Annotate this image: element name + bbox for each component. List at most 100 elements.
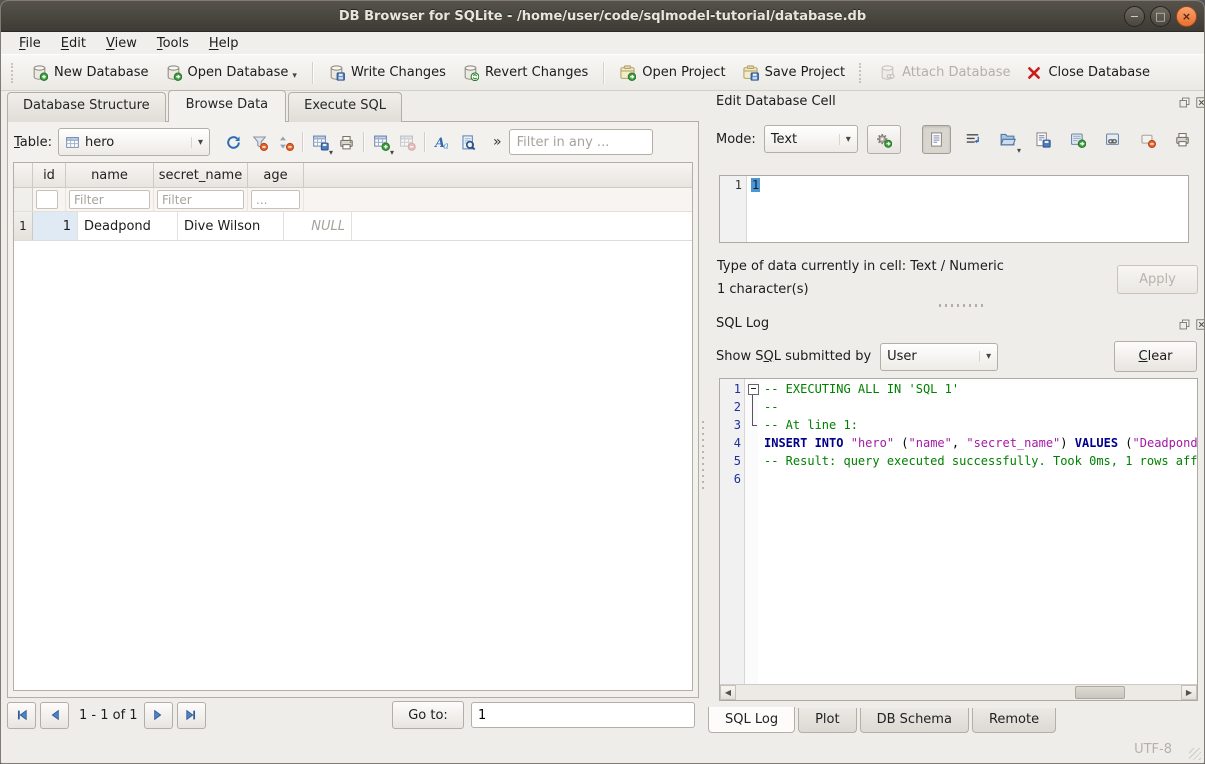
print-cell-button[interactable] [1169,126,1196,153]
set-null-icon [1139,131,1156,148]
save-project-button[interactable]: Save Project [734,59,854,86]
sql-log-line: 2-- [720,398,1197,416]
float-panel-icon[interactable] [1178,96,1191,109]
edit-display-format-button[interactable]: Aa [429,129,455,155]
export-cell-data-button[interactable] [1029,126,1056,153]
copy-cell-button[interactable] [1064,126,1091,153]
open-database-dropdown-icon[interactable]: ▾ [292,71,297,81]
tab-browse-data[interactable]: Browse Data [168,90,287,122]
cell-secret-name[interactable]: Dive Wilson [178,212,284,240]
filter-cell-secret-name [154,188,248,211]
cell-id[interactable]: 1 [33,212,78,240]
project-save-icon [742,64,759,81]
write-changes-button[interactable]: Write Changes [320,59,454,86]
filter-input-age[interactable] [251,190,300,209]
tab-sql-log[interactable]: SQL Log [708,707,795,733]
tab-execute-sql[interactable]: Execute SQL [288,92,402,122]
insert-record-button[interactable]: ▾ [368,129,394,155]
next-record-button[interactable] [144,702,173,729]
column-header-secret-name[interactable]: secret_name [154,163,248,187]
menu-edit[interactable]: Edit [51,34,96,53]
open-database-label: Open Database [188,65,289,80]
horizontal-scrollbar[interactable]: ◀ ▶ [720,684,1197,700]
close-button[interactable]: × [1176,6,1197,27]
previous-record-button[interactable] [40,702,69,729]
clear-filters-button[interactable] [246,129,272,155]
close-panel-icon[interactable] [1195,96,1205,109]
export-arrow-icon [1069,131,1086,148]
minimize-button[interactable]: − [1124,6,1145,27]
edit-cell-panel-title: Edit Database Cell [716,94,836,109]
print-table-button[interactable] [333,129,359,155]
filter-input-id[interactable] [36,190,58,209]
first-record-button[interactable] [7,702,36,729]
refresh-button[interactable] [220,129,246,155]
link-cell-button[interactable] [1099,126,1126,153]
grid-corner[interactable] [14,163,33,187]
cell-editor-icons: ▾ [922,125,1196,154]
tab-db-schema[interactable]: DB Schema [860,708,969,733]
table-label: Table: [14,135,52,150]
grid-filter-row [14,188,692,212]
selected-text: 1 [751,178,760,192]
text-mode-button[interactable] [922,125,951,154]
open-database-button[interactable]: Open Database ▾ [157,59,305,86]
mode-select[interactable]: Text ▾ [764,125,858,153]
menu-file[interactable]: File [9,34,51,53]
column-header-name[interactable]: name [66,163,154,187]
data-grid: id name secret_name age 1 1 Deadpond Div… [13,162,693,691]
dock-splitter-handle[interactable] [939,304,983,307]
save-table-button[interactable]: ▾ [307,129,333,155]
resize-grip-icon[interactable] [1189,748,1201,760]
tab-database-structure[interactable]: Database Structure [7,92,166,122]
menu-help[interactable]: Help [199,34,249,53]
dropdown-caret-icon: ▾ [1017,146,1021,155]
filter-any-column-input[interactable] [509,129,653,155]
sql-source-select[interactable]: User ▾ [880,343,998,371]
svg-text:a: a [443,140,449,151]
gear-icon [875,131,892,148]
scroll-right-icon[interactable]: ▶ [1181,685,1197,700]
open-project-button[interactable]: Open Project [611,59,733,86]
cell-age[interactable]: NULL [284,212,352,240]
maximize-button[interactable]: □ [1150,6,1171,27]
close-database-button[interactable]: Close Database [1018,60,1158,86]
set-null-button[interactable] [1134,126,1161,153]
clear-log-button[interactable]: Clear [1114,341,1197,372]
toolbar-overflow-icon[interactable]: » [493,134,502,150]
delete-record-button [394,129,420,155]
word-wrap-button[interactable] [959,126,986,153]
table-select-value: hero [85,135,186,150]
font-format-icon: Aa [434,134,451,151]
scrollbar-thumb[interactable] [1075,686,1125,699]
column-header-id[interactable]: id [33,163,66,187]
find-in-table-button[interactable] [455,129,481,155]
filter-input-secret-name[interactable] [157,190,244,209]
float-panel-icon[interactable] [1178,318,1191,331]
menu-view[interactable]: View [96,34,147,53]
apply-format-button[interactable] [867,125,901,154]
open-project-label: Open Project [642,65,725,80]
cell-editor[interactable]: 1 1 [719,175,1189,243]
filter-input-name[interactable] [69,190,150,209]
tab-remote[interactable]: Remote [972,708,1056,733]
goto-record-input[interactable] [471,702,695,728]
clear-sorting-button[interactable] [272,129,298,155]
row-header[interactable]: 1 [14,212,33,240]
table-select[interactable]: hero ▾ [58,128,210,156]
revert-changes-button[interactable]: Revert Changes [454,59,596,86]
last-record-button[interactable] [177,702,206,729]
scroll-left-icon[interactable]: ◀ [720,685,736,700]
pane-splitter[interactable] [701,421,705,493]
new-database-button[interactable]: New Database [23,59,157,86]
database-save-icon [328,64,345,81]
sql-log-editor[interactable]: 1-- EXECUTING ALL IN 'SQL 1'2--3-- At li… [719,378,1198,701]
import-cell-data-button[interactable]: ▾ [994,126,1021,153]
toolbar-grip [11,63,17,83]
tab-plot[interactable]: Plot [798,708,857,733]
goto-button[interactable]: Go to: [392,701,464,729]
cell-name[interactable]: Deadpond [78,212,178,240]
column-header-age[interactable]: age [248,163,304,187]
menu-tools[interactable]: Tools [147,34,199,53]
close-panel-icon[interactable] [1195,318,1205,331]
